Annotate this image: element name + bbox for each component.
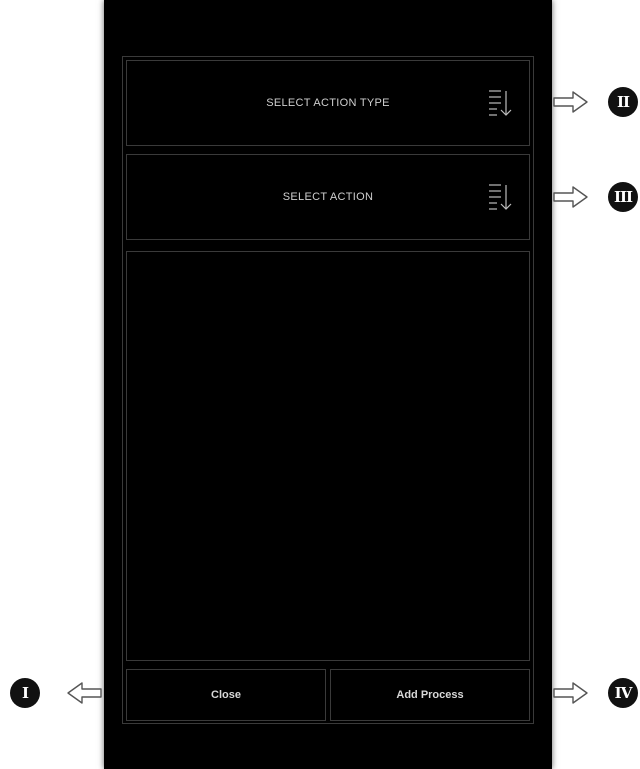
annotated-screenshot: SELECT ACTION TYPE SELECT ACTION Close A… — [0, 0, 640, 769]
right-arrow-icon — [553, 186, 588, 208]
callout-badge-iii-label: III — [613, 188, 633, 206]
close-button[interactable]: Close — [126, 669, 326, 721]
callout-badge-iii: III — [608, 182, 638, 212]
select-action-label: SELECT ACTION — [282, 191, 374, 203]
callout-badge-iv-label: IV — [614, 684, 633, 702]
callout-badge-i: I — [10, 678, 40, 708]
right-arrow-icon — [553, 91, 588, 113]
add-process-dialog: SELECT ACTION TYPE SELECT ACTION Close A… — [122, 56, 534, 724]
callout-badge-ii: II — [608, 87, 638, 117]
callout-badge-i-label: I — [21, 684, 29, 702]
callout-badge-ii-label: II — [616, 93, 630, 111]
select-action-type-dropdown[interactable]: SELECT ACTION TYPE — [126, 60, 530, 146]
sort-list-icon — [489, 90, 512, 116]
right-arrow-icon — [553, 682, 588, 704]
callout-badge-iv: IV — [608, 678, 638, 708]
add-process-button[interactable]: Add Process — [330, 669, 530, 721]
left-arrow-icon — [67, 682, 102, 704]
action-content-area — [126, 251, 530, 661]
phone-screen: SELECT ACTION TYPE SELECT ACTION Close A… — [104, 0, 552, 769]
select-action-dropdown[interactable]: SELECT ACTION — [126, 154, 530, 240]
sort-list-icon — [489, 184, 512, 210]
select-action-type-label: SELECT ACTION TYPE — [266, 97, 390, 109]
